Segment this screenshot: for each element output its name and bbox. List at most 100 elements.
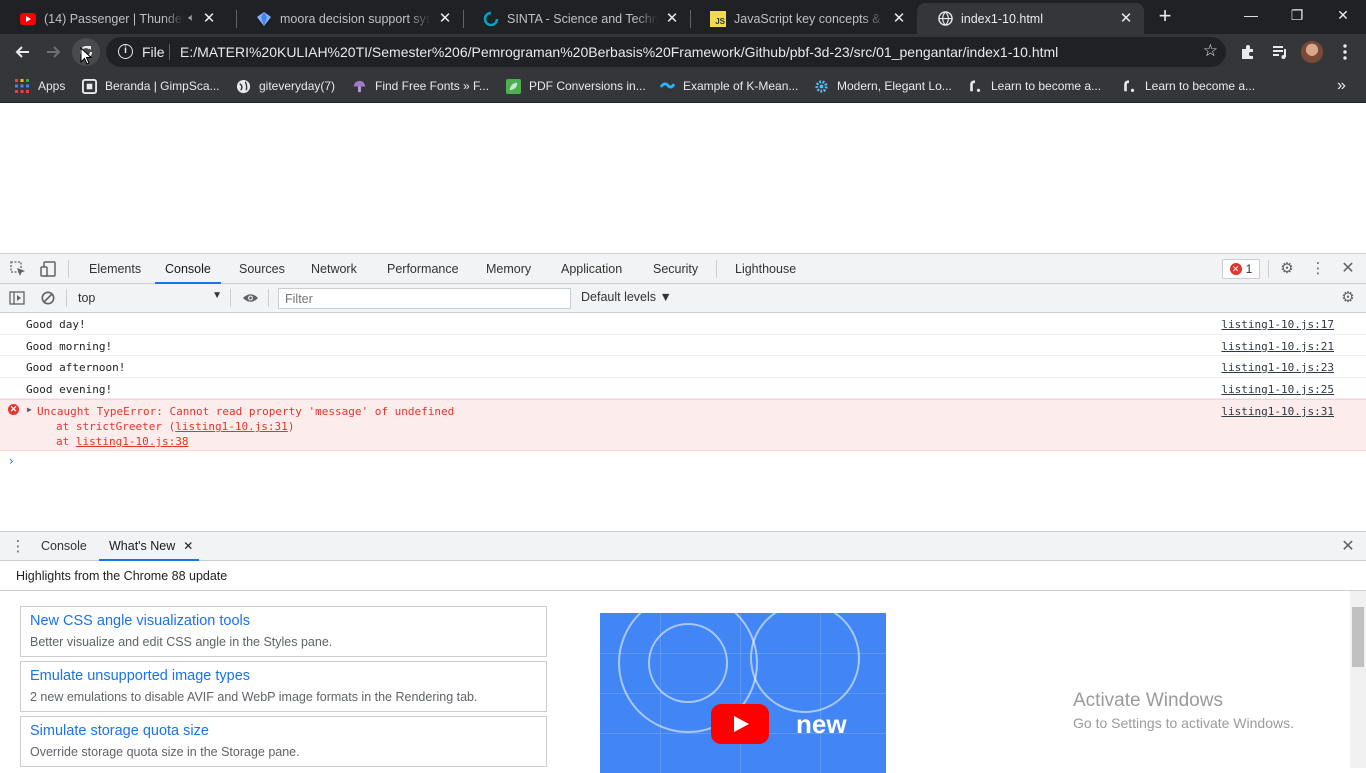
feature-card[interactable]: New CSS angle visualization tools Better… — [20, 606, 547, 657]
feature-desc: Better visualize and edit CSS angle in t… — [30, 635, 333, 649]
error-count-badge[interactable]: ✕ 1 — [1222, 259, 1260, 279]
bookmark-fonts[interactable]: Find Free Fonts » F... — [351, 77, 489, 95]
roadmap-icon — [1121, 78, 1137, 94]
context-selector[interactable]: top ▼ — [70, 289, 226, 307]
browser-tab-moora[interactable]: moora decision support system ✕ — [236, 3, 463, 34]
restore-button[interactable]: ❐ — [1274, 0, 1320, 32]
browser-tab-sinta[interactable]: SINTA - Science and Technology ✕ — [463, 3, 690, 34]
close-drawer-icon[interactable]: ✕ — [1338, 537, 1358, 557]
console-toolbar: top ▼ Default levels ▼ ⚙ — [0, 284, 1366, 313]
console-messages: Good day! listing1-10.js:17 Good morning… — [0, 313, 1366, 531]
drawer-tab-whats-new[interactable]: What's New ✕ — [99, 532, 200, 561]
whats-new-video-thumbnail[interactable]: new — [600, 613, 886, 773]
media-control-button[interactable] — [1266, 38, 1294, 66]
stack-frame: at listing1-10.js:38 — [56, 435, 189, 448]
source-link[interactable]: listing1-10.js:17 — [1221, 318, 1334, 331]
bookmarks-overflow-button[interactable]: » — [1337, 77, 1346, 95]
bookmark-star-icon[interactable]: ☆ — [1203, 41, 1218, 61]
js-icon: JS — [710, 10, 726, 27]
tab-elements[interactable]: Elements — [79, 254, 151, 284]
profile-avatar[interactable] — [1301, 41, 1323, 63]
bookmark-learn-2[interactable]: Learn to become a... — [1121, 77, 1255, 95]
source-link[interactable]: listing1-10.js:23 — [1221, 361, 1334, 374]
tab-application[interactable]: Application — [551, 254, 632, 284]
close-devtools-icon[interactable]: ✕ — [1338, 259, 1358, 279]
stack-link[interactable]: listing1-10.js:38 — [76, 435, 189, 448]
stack-link[interactable]: listing1-10.js:31 — [175, 420, 288, 433]
back-button[interactable] — [8, 38, 36, 66]
tab-sources[interactable]: Sources — [229, 254, 295, 284]
bookmark-gimpscape[interactable]: Beranda | GimpSca... — [81, 77, 220, 95]
gear-badge-icon — [813, 78, 829, 94]
new-tab-button[interactable]: + — [1152, 5, 1178, 28]
feature-card[interactable]: Simulate storage quota size Override sto… — [20, 716, 547, 767]
error-text: Uncaught TypeError: Cannot read property… — [37, 405, 455, 418]
bookmark-apps[interactable]: Apps — [14, 77, 65, 95]
forward-button[interactable] — [40, 38, 68, 66]
toolbar-divider — [1268, 260, 1269, 278]
browser-tab-javascript[interactable]: JS JavaScript key concepts & synt ✕ — [690, 3, 917, 34]
source-link[interactable]: listing1-10.js:21 — [1221, 340, 1334, 353]
tab-memory[interactable]: Memory — [476, 254, 541, 284]
tab-lighthouse[interactable]: Lighthouse — [725, 254, 806, 284]
bookmark-kmeans[interactable]: Example of K-Mean... — [659, 77, 798, 95]
more-options-icon[interactable]: ⋮ — [1308, 259, 1328, 279]
log-levels-dropdown[interactable]: Default levels ▼ — [581, 290, 672, 304]
toolbar-divider — [268, 289, 269, 307]
console-settings-gear-icon[interactable]: ⚙ — [1338, 288, 1358, 308]
filter-input[interactable] — [278, 288, 571, 309]
tab-security[interactable]: Security — [643, 254, 708, 284]
address-bar[interactable]: i File E:/MATERI%20KULIAH%20TI/Semester%… — [106, 37, 1226, 67]
bookmark-giteveryday[interactable]: giteveryday(7) — [235, 77, 335, 95]
youtube-play-icon[interactable] — [711, 704, 769, 744]
browser-tab-youtube[interactable]: (14) Passenger | Thunder a 🔈︎ ✕ — [0, 3, 227, 34]
tab-network[interactable]: Network — [301, 254, 367, 284]
bookmark-learn-1[interactable]: Learn to become a... — [967, 77, 1101, 95]
diamond-icon — [256, 11, 272, 27]
drawer-scroll-thumb[interactable] — [1352, 607, 1364, 667]
bookmark-modern-elegant[interactable]: Modern, Elegant Lo... — [813, 77, 952, 95]
speaker-icon[interactable]: 🔈︎ — [188, 12, 195, 25]
eye-icon[interactable] — [240, 288, 260, 308]
tab-performance[interactable]: Performance — [377, 254, 469, 284]
source-link[interactable]: listing1-10.js:25 — [1221, 383, 1334, 396]
info-icon[interactable]: i — [118, 44, 133, 59]
video-caption: new — [796, 709, 847, 739]
drawer-tab-console[interactable]: Console — [31, 532, 97, 561]
clear-console-icon[interactable] — [38, 288, 58, 308]
tab-title: index1-10.html — [961, 11, 1043, 26]
window-close-button[interactable]: ✕ — [1320, 0, 1366, 32]
mouse-cursor-icon — [80, 47, 92, 65]
tab-close-icon[interactable]: ✕ — [664, 10, 680, 27]
tab-close-icon[interactable]: ✕ — [891, 10, 907, 27]
feature-title[interactable]: Emulate unsupported image types — [30, 668, 250, 684]
browser-toolbar: i File E:/MATERI%20KULIAH%20TI/Semester%… — [0, 34, 1366, 70]
feature-card[interactable]: Emulate unsupported image types 2 new em… — [20, 661, 547, 712]
extensions-button[interactable] — [1234, 38, 1262, 66]
browser-menu-button[interactable] — [1331, 38, 1359, 66]
minimize-button[interactable]: — — [1228, 0, 1274, 32]
console-prompt[interactable]: › — [9, 454, 14, 468]
feature-title[interactable]: New CSS angle visualization tools — [30, 613, 250, 629]
settings-gear-icon[interactable]: ⚙ — [1277, 259, 1297, 279]
roadmap-icon — [967, 78, 983, 94]
feature-title[interactable]: Simulate storage quota size — [30, 723, 209, 739]
tab-close-icon[interactable]: ✕ — [1118, 10, 1134, 27]
close-tab-icon[interactable]: ✕ — [183, 532, 193, 561]
inspect-element-icon[interactable] — [8, 259, 28, 279]
bookmarks-bar: Apps Beranda | GimpSca... giteveryday(7)… — [0, 70, 1366, 103]
windows-watermark-title: Activate Windows — [1073, 690, 1223, 711]
url-text[interactable]: E:/MATERI%20KULIAH%20TI/Semester%206/Pem… — [180, 44, 1058, 60]
source-link[interactable]: listing1-10.js:31 — [1221, 405, 1334, 418]
device-toolbar-icon[interactable] — [38, 259, 58, 279]
tab-close-icon[interactable]: ✕ — [437, 10, 453, 27]
log-text: Good evening! — [26, 383, 113, 396]
tab-close-icon[interactable]: ✕ — [201, 10, 217, 27]
bookmark-pdf-conversions[interactable]: PDF Conversions in... — [505, 77, 646, 95]
browser-tab-index[interactable]: index1-10.html ✕ — [917, 3, 1144, 34]
log-text: Good morning! — [26, 340, 113, 353]
sidebar-toggle-icon[interactable] — [7, 288, 27, 308]
drawer-menu-icon[interactable]: ⋮ — [8, 537, 28, 557]
expand-triangle-icon[interactable]: ▶ — [27, 405, 32, 414]
tab-console[interactable]: Console — [155, 254, 221, 284]
